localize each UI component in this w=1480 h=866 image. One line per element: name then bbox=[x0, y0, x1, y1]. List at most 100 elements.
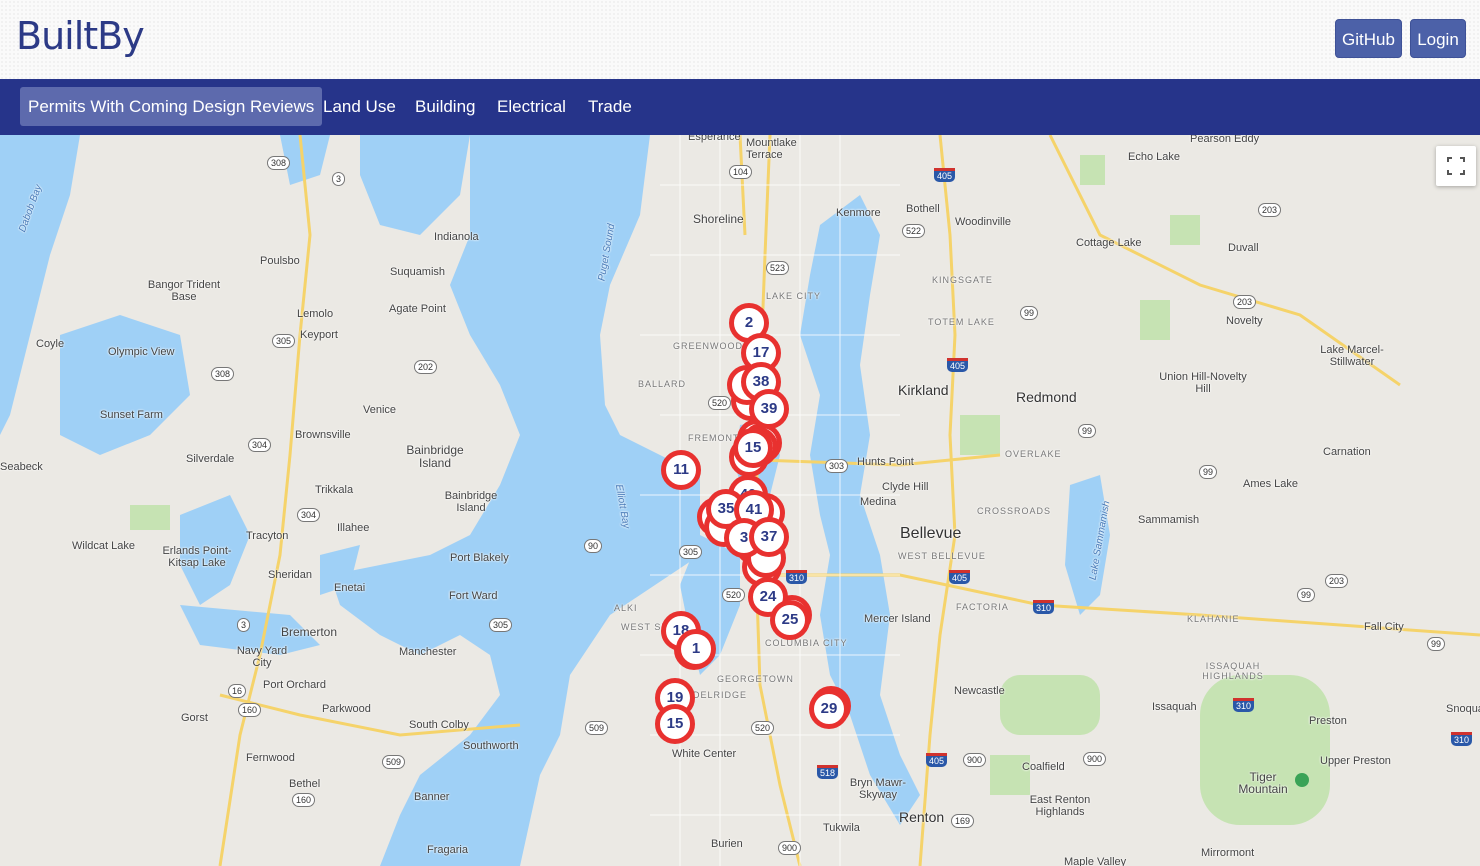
interstate-shield: 310 bbox=[1451, 732, 1473, 746]
permit-marker[interactable]: 25 bbox=[770, 600, 810, 640]
road-shield: 523 bbox=[766, 261, 790, 275]
road-shield: 99 bbox=[1297, 588, 1316, 602]
place-label: Lake Marcel-Stillwater bbox=[1320, 344, 1384, 368]
district-label: TOTEM LAKE bbox=[928, 317, 995, 327]
road-shield: 16 bbox=[228, 684, 247, 698]
road-shield: 203 bbox=[1258, 203, 1282, 217]
place-label: Keyport bbox=[300, 329, 338, 341]
interstate-shield: 405 bbox=[949, 570, 971, 584]
place-label: Enetai bbox=[334, 582, 366, 594]
place-label: Bothell bbox=[906, 203, 940, 215]
district-label: CROSSROADS bbox=[977, 506, 1052, 516]
place-label: Illahee bbox=[337, 522, 370, 534]
district-label: OVERLAKE bbox=[1005, 449, 1062, 459]
login-button[interactable]: Login bbox=[1410, 19, 1466, 58]
place-label: Bainbridge Island bbox=[406, 443, 464, 470]
place-label: Maple Valley bbox=[1064, 856, 1127, 866]
permit-marker[interactable]: 15 bbox=[655, 704, 695, 744]
place-label: Manchester bbox=[399, 646, 457, 658]
place-label: Banner bbox=[414, 791, 450, 803]
road-shield: 509 bbox=[382, 755, 406, 769]
park-pin-icon[interactable] bbox=[1295, 773, 1309, 787]
district-label: GEORGETOWN bbox=[717, 674, 794, 684]
fullscreen-button[interactable] bbox=[1436, 146, 1476, 186]
district-label: FACTORIA bbox=[956, 602, 1009, 612]
road-shield: 305 bbox=[679, 545, 703, 559]
road-shield: 203 bbox=[1325, 574, 1349, 588]
place-label: Tiger Mountain bbox=[1238, 770, 1288, 796]
place-label: Fall City bbox=[1364, 621, 1404, 633]
road-shield: 900 bbox=[1083, 752, 1107, 766]
place-label: Gorst bbox=[181, 712, 208, 724]
place-label: Bangor Trident Base bbox=[147, 279, 221, 303]
tab-land-use[interactable]: Land Use bbox=[315, 87, 404, 126]
place-label: Indianola bbox=[434, 231, 479, 243]
place-label: Kirkland bbox=[898, 382, 949, 398]
interstate-shield: 405 bbox=[947, 358, 969, 372]
permit-marker[interactable]: 37 bbox=[749, 517, 789, 557]
place-label: Shoreline bbox=[693, 212, 744, 226]
road-shield: 303 bbox=[825, 459, 849, 473]
permit-marker[interactable]: 29 bbox=[809, 689, 849, 729]
road-shield: 3 bbox=[332, 172, 346, 186]
place-label: Brownsville bbox=[295, 429, 351, 441]
place-label: Mirrormont bbox=[1201, 847, 1255, 859]
permit-marker[interactable]: 1 bbox=[676, 629, 716, 669]
permit-type-nav: Permits With Coming Design Reviews Land … bbox=[0, 79, 1480, 135]
place-label: Sammamish bbox=[1138, 514, 1200, 526]
place-label: Clyde Hill bbox=[882, 481, 929, 493]
road-shield: 202 bbox=[414, 360, 438, 374]
place-label: Parkwood bbox=[322, 703, 371, 715]
road-shield: 520 bbox=[708, 396, 732, 410]
place-label: East Renton Highlands bbox=[1029, 794, 1091, 818]
brand-logo[interactable]: BuiltBy bbox=[16, 14, 145, 58]
place-label: Venice bbox=[363, 404, 397, 416]
interstate-shield: 310 bbox=[786, 570, 808, 584]
github-button[interactable]: GitHub bbox=[1335, 19, 1402, 58]
tab-design-reviews[interactable]: Permits With Coming Design Reviews bbox=[20, 87, 323, 126]
road-shield: 203 bbox=[1233, 295, 1257, 309]
place-label: Olympic View bbox=[108, 346, 175, 358]
district-label: BALLARD bbox=[638, 379, 687, 389]
place-label: Navy Yard City bbox=[236, 645, 288, 669]
permit-marker[interactable]: 39 bbox=[749, 389, 789, 429]
place-label: Sunset Farm bbox=[100, 409, 163, 421]
road-shield: 522 bbox=[902, 224, 926, 238]
district-label: FREMONT bbox=[688, 433, 740, 443]
road-shield: 308 bbox=[267, 156, 291, 170]
permit-map[interactable]: Esperance Mountlake Terrace Pearson Eddy… bbox=[0, 135, 1480, 866]
place-label: Bremerton bbox=[281, 625, 338, 639]
road-shield: 3 bbox=[237, 618, 251, 632]
tab-trade[interactable]: Trade bbox=[580, 87, 640, 126]
district-label: KINGSGATE bbox=[932, 275, 993, 285]
permit-marker[interactable]: 15 bbox=[733, 428, 773, 468]
place-label: Redmond bbox=[1016, 389, 1077, 405]
road-shield: 520 bbox=[751, 721, 775, 735]
place-label: Southworth bbox=[463, 740, 519, 752]
place-label: Bellevue bbox=[900, 525, 962, 542]
road-shield: 99 bbox=[1078, 424, 1097, 438]
place-label: Burien bbox=[711, 838, 743, 850]
district-label: DELRIDGE bbox=[693, 690, 748, 700]
place-label: Mountlake Terrace bbox=[746, 137, 797, 161]
permit-marker[interactable]: 11 bbox=[661, 450, 701, 490]
road-shield: 104 bbox=[729, 165, 753, 179]
place-label: Hunts Point bbox=[857, 456, 914, 468]
interstate-shield: 310 bbox=[1033, 600, 1055, 614]
interstate-shield: 310 bbox=[1233, 698, 1255, 712]
place-label: Fragaria bbox=[427, 844, 468, 856]
district-label: KLAHANIE bbox=[1187, 614, 1240, 624]
road-shield: 90 bbox=[584, 539, 603, 553]
road-shield: 160 bbox=[292, 793, 316, 807]
place-label: Duvall bbox=[1228, 242, 1259, 254]
place-label: Snoqualmie bbox=[1446, 703, 1480, 715]
place-label: Bryn Mawr-Skyway bbox=[849, 777, 907, 801]
place-label: Wildcat Lake bbox=[72, 540, 135, 552]
tab-electrical[interactable]: Electrical bbox=[489, 87, 574, 126]
tab-building[interactable]: Building bbox=[407, 87, 484, 126]
place-label: Silverdale bbox=[186, 453, 235, 465]
road-shield: 304 bbox=[248, 438, 272, 452]
place-label: Ames Lake bbox=[1243, 478, 1299, 490]
place-label: Coalfield bbox=[1022, 761, 1065, 773]
road-shield: 99 bbox=[1199, 465, 1218, 479]
